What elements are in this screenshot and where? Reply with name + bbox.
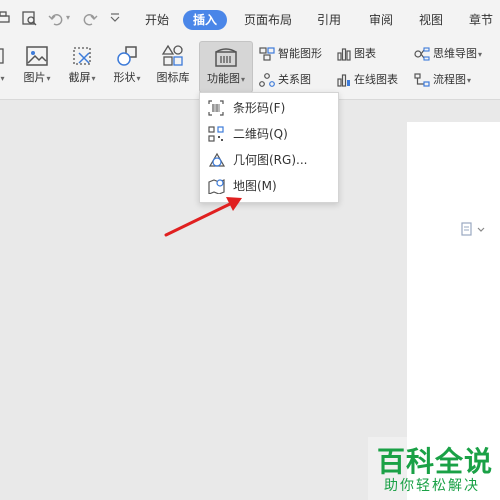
menu-item-label: 二维码(Q): [233, 127, 288, 141]
chart-button[interactable]: 图表: [337, 45, 376, 63]
screenshot-label: 截屏: [68, 71, 91, 84]
barcode-icon: [208, 100, 224, 116]
smart-graphic-button[interactable]: 智能图形: [259, 45, 322, 63]
mind-map-icon: [414, 47, 430, 61]
chart-label: 图表: [354, 47, 376, 60]
tab-review[interactable]: 审阅: [364, 10, 398, 30]
relation-chart-label: 关系图: [278, 73, 311, 86]
flowchart-label: 流程图: [433, 73, 466, 86]
print-icon[interactable]: [0, 11, 11, 25]
icon-library-button[interactable]: 图标库: [153, 44, 193, 92]
function-chart-icon: [215, 48, 237, 67]
picture-button[interactable]: 图片▾: [18, 44, 56, 92]
watermark-subtitle: 助你轻松解决: [384, 478, 480, 494]
function-chart-dropdown: 条形码(F) 二维码(Q) 几何图(RG)... 地图(M): [199, 92, 339, 203]
partial-ribbon-button[interactable]: ▾: [0, 44, 8, 92]
flowchart-icon: [414, 73, 430, 87]
tab-insert[interactable]: 插入: [183, 10, 227, 30]
customize-toolbar-icon[interactable]: [110, 12, 120, 24]
menu-item-map[interactable]: 地图(M): [200, 173, 338, 199]
undo-icon[interactable]: [48, 11, 64, 27]
menu-item-label: 条形码(F): [233, 101, 286, 115]
tab-page-layout[interactable]: 页面布局: [240, 10, 296, 30]
dropdown-caret-icon: ▾: [0, 74, 5, 83]
geometry-icon: [208, 152, 226, 167]
icon-library-icon: [161, 44, 183, 66]
redo-icon[interactable]: [82, 11, 98, 27]
screenshot-button[interactable]: 截屏▾: [63, 44, 101, 92]
mind-map-label: 思维导图: [433, 47, 477, 60]
shapes-icon: [117, 46, 137, 66]
tab-references[interactable]: 引用: [312, 10, 346, 30]
tab-home[interactable]: 开始: [140, 10, 174, 30]
shapes-button[interactable]: 形状▾: [108, 44, 146, 92]
online-chart-label: 在线图表: [354, 73, 398, 86]
insert-ribbon: ▾ 图片▾ 截屏▾ 形状▾ 图标库 功能图▾ 智能图形 图表 思维导图▾ 关系图…: [0, 38, 500, 100]
paste-options-icon[interactable]: [461, 221, 485, 240]
map-icon: [208, 179, 225, 194]
picture-label: 图片: [23, 71, 46, 84]
online-chart-button[interactable]: 在线图表: [337, 71, 398, 89]
smart-graphic-icon: [259, 47, 275, 61]
picture-icon: [26, 46, 48, 66]
menu-item-qrcode[interactable]: 二维码(Q): [200, 121, 338, 147]
menu-item-label: 几何图(RG)...: [233, 153, 308, 167]
online-chart-icon: [337, 74, 350, 87]
print-preview-icon[interactable]: [22, 11, 38, 27]
function-chart-button[interactable]: 功能图▾: [199, 41, 253, 93]
bar-chart-icon: [337, 48, 351, 61]
tab-chapter[interactable]: 章节: [464, 10, 498, 30]
icon-library-label: 图标库: [156, 71, 190, 84]
watermark-logo: 百科全说 助你轻松解决: [368, 437, 500, 500]
menu-tab-bar: ▾ 开始 插入 页面布局 引用 审阅 视图 章节: [0, 0, 500, 38]
menu-item-barcode[interactable]: 条形码(F): [200, 95, 338, 121]
screenshot-icon: [73, 47, 91, 65]
shapes-label: 形状: [113, 71, 136, 84]
relation-chart-icon: [259, 73, 275, 87]
tab-view[interactable]: 视图: [414, 10, 448, 30]
qrcode-icon: [208, 126, 224, 142]
smart-graphic-label: 智能图形: [278, 47, 322, 60]
relation-chart-button[interactable]: 关系图: [259, 71, 311, 89]
watermark-title: 百科全说: [377, 445, 494, 478]
function-chart-label: 功能图: [206, 72, 240, 85]
menu-item-label: 地图(M): [233, 179, 277, 193]
undo-dropdown-icon[interactable]: ▾: [66, 13, 70, 22]
menu-item-geometry[interactable]: 几何图(RG)...: [200, 147, 338, 173]
flowchart-button[interactable]: 流程图▾: [414, 71, 471, 89]
mind-map-button[interactable]: 思维导图▾: [414, 45, 482, 63]
